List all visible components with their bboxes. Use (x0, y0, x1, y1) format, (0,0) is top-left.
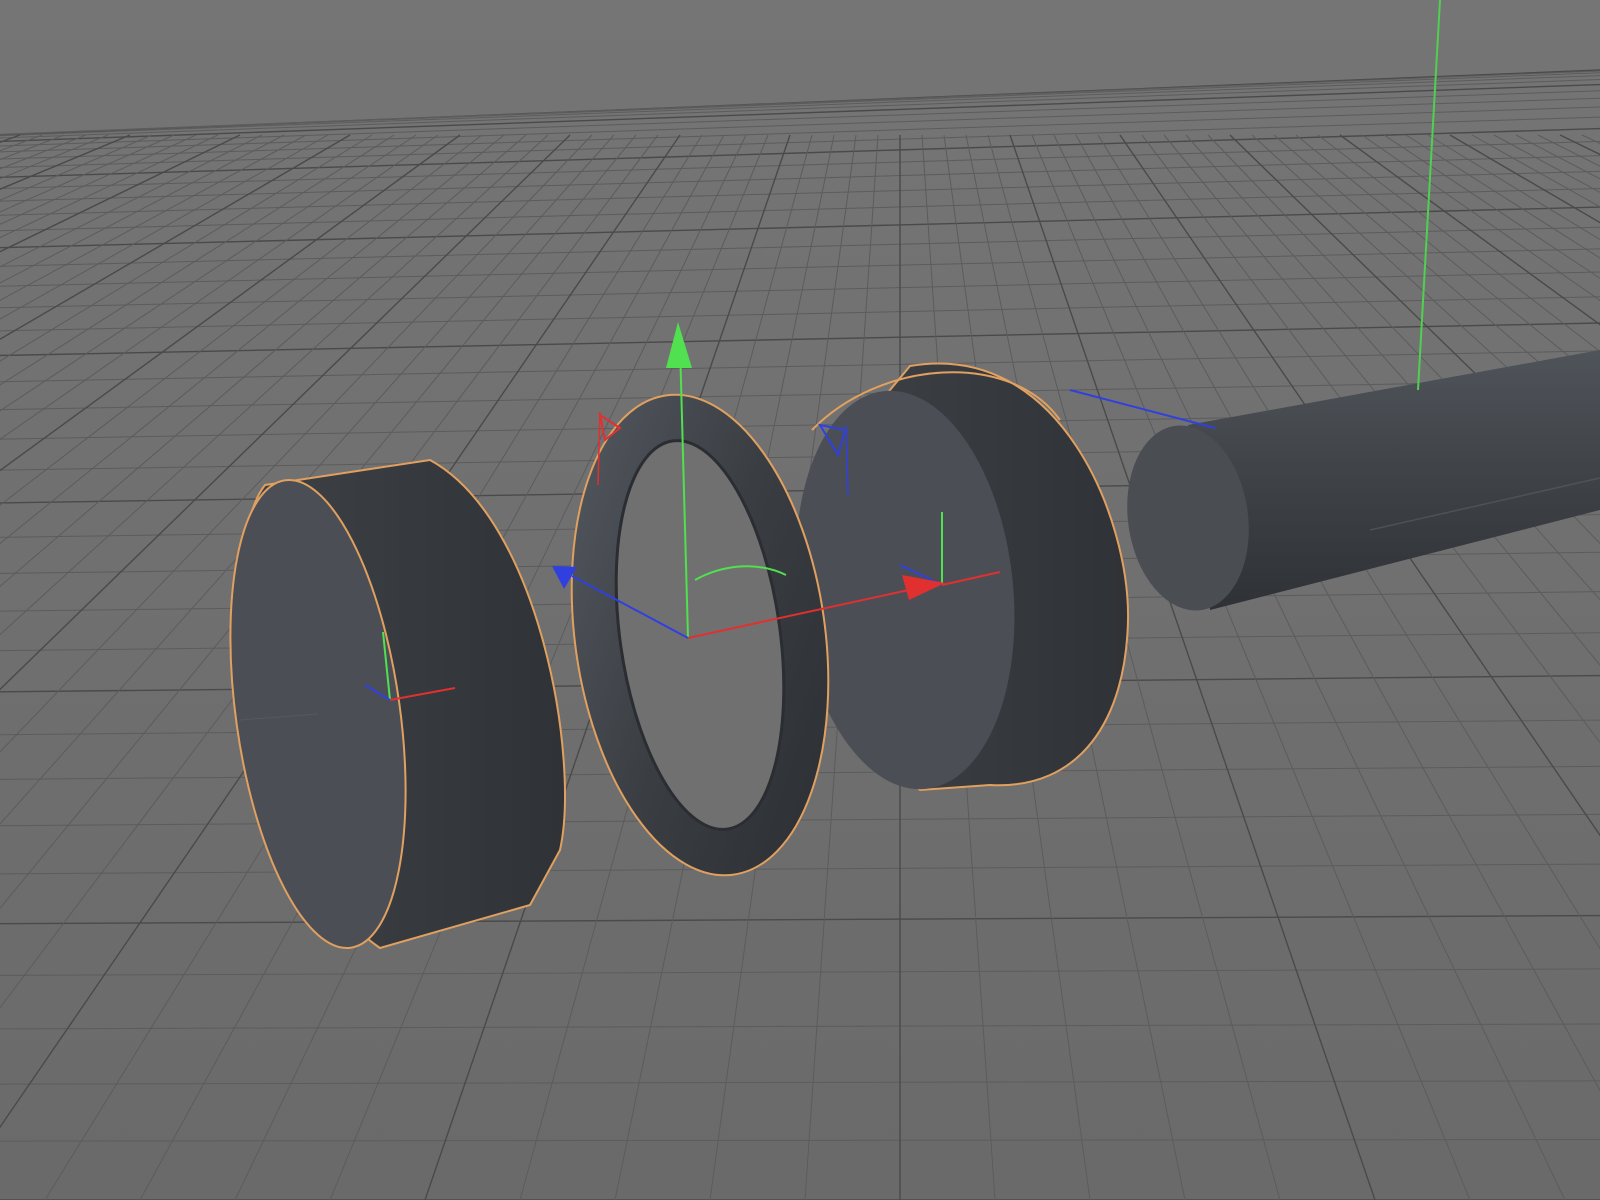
3d-viewport[interactable] (0, 0, 1600, 1200)
